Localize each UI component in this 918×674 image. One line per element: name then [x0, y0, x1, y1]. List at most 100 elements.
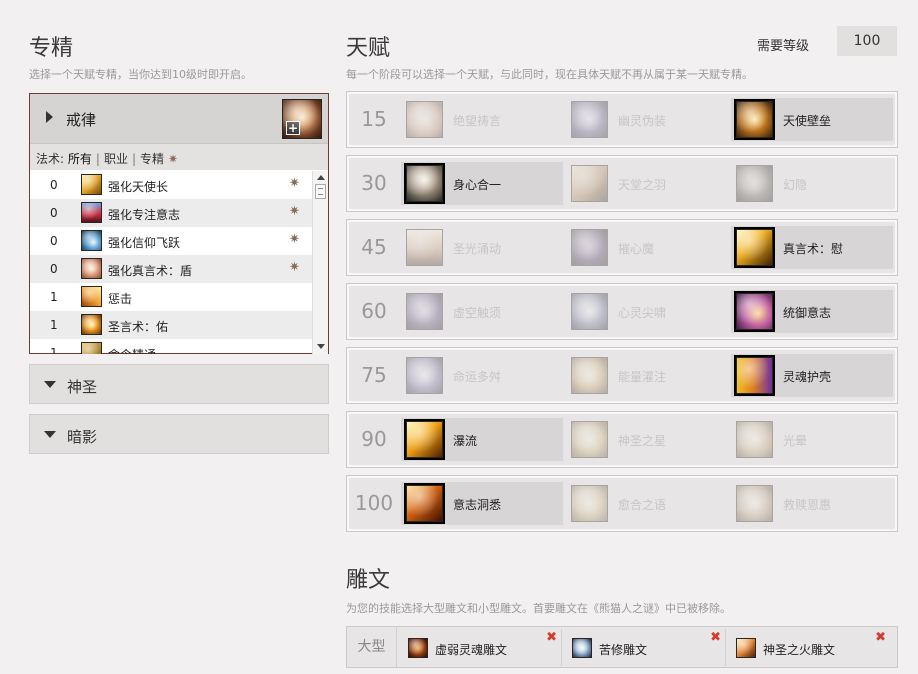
talent-tier-75: 75 命运多舛 能量灌注 灵魂护壳	[346, 347, 898, 404]
holy-word-icon	[81, 314, 102, 335]
talent-option[interactable]: 愈合之语	[566, 482, 728, 525]
glyph-name: 虚弱灵魂雕文	[435, 643, 508, 657]
talent-option[interactable]: 幻隐	[731, 162, 893, 205]
filter-label: 法术:	[36, 152, 65, 166]
filter-class[interactable]: 职业	[104, 152, 128, 166]
talent-name: 幽灵伪装	[618, 114, 667, 128]
scroll-down-icon[interactable]	[317, 344, 325, 349]
glyphs-title: 雕文	[346, 568, 391, 593]
phantasm-icon	[736, 165, 773, 202]
talents-title: 天赋	[346, 36, 391, 61]
talent-name: 天使壁垒	[783, 114, 832, 128]
scroll-thumb[interactable]	[315, 184, 326, 199]
spell-list-scrollbar[interactable]	[312, 171, 328, 354]
spec-header-shadow[interactable]: 暗影	[29, 414, 329, 454]
spell-row[interactable]: 1 惩击	[30, 283, 312, 311]
tier-level: 100	[354, 491, 394, 515]
spell-name: 强化专注意志	[108, 208, 181, 222]
talent-option-selected[interactable]: 意志洞悉	[401, 482, 563, 525]
glyph-slot[interactable]: 虚弱灵魂雕文 ✖	[399, 629, 562, 666]
power-word-shield-icon	[81, 258, 102, 279]
remove-glyph-icon[interactable]: ✖	[875, 630, 886, 645]
surge-of-light-icon	[406, 229, 443, 266]
spell-row[interactable]: 1 命令精通	[30, 339, 312, 354]
talent-option[interactable]: 光晕	[731, 418, 893, 461]
talent-option[interactable]: 幽灵伪装	[566, 98, 728, 141]
pin-icon[interactable]: ✷	[289, 176, 300, 191]
scroll-up-icon[interactable]	[317, 175, 325, 180]
spell-row[interactable]: 1 圣言术：佑	[30, 311, 312, 339]
talent-name: 灵魂护壳	[783, 370, 832, 384]
twist-of-fate-icon	[406, 357, 443, 394]
spell-filter: 法术: 所有 | 职业 | 专精 ✷	[30, 144, 328, 170]
filter-spec[interactable]: 专精	[140, 152, 164, 166]
talent-option[interactable]: 能量灌注	[566, 354, 728, 397]
talent-option[interactable]: 救赎恩惠	[731, 482, 893, 525]
spell-level: 1	[50, 318, 58, 332]
desperate-prayer-icon	[406, 101, 443, 138]
major-glyph-row: 大型 虚弱灵魂雕文 ✖ 苦修雕文 ✖ 神圣之火雕文 ✖	[346, 626, 898, 668]
talent-option-selected[interactable]: 灵魂护壳	[731, 354, 893, 397]
spec-header-holy[interactable]: 神圣	[29, 364, 329, 404]
talent-name: 虚空触须	[453, 306, 502, 320]
spell-level: 1	[50, 346, 58, 354]
talents-subtitle: 每一个阶段可以选择一个天赋，与此同时，现在具体天赋不再从属于某一天赋专精。	[346, 68, 753, 81]
talent-tier-45: 45 圣光涌动 摧心魔 真言术：慰	[346, 219, 898, 276]
glyph-type-label: 大型	[347, 627, 397, 667]
glyph-slot[interactable]: 苦修雕文 ✖	[563, 629, 726, 666]
talent-tier-90: 90 瀑流 神圣之星 光晕	[346, 411, 898, 468]
words-of-mending-icon	[571, 485, 608, 522]
talent-option[interactable]: 摧心魔	[566, 226, 728, 269]
power-infusion-icon	[571, 357, 608, 394]
spell-level: 0	[50, 178, 58, 192]
spec-name: 暗影	[67, 428, 98, 446]
spell-row[interactable]: 0 强化信仰飞跃 ✷	[30, 227, 312, 255]
talent-option[interactable]: 绝望祷言	[401, 98, 563, 141]
glyph-name: 苦修雕文	[599, 643, 648, 657]
pin-icon[interactable]: ✷	[289, 232, 300, 247]
body-and-soul-icon	[406, 165, 443, 202]
talent-option[interactable]: 圣光涌动	[401, 226, 563, 269]
spell-row[interactable]: 0 强化专注意志 ✷	[30, 199, 312, 227]
halo-icon	[736, 421, 773, 458]
talent-option[interactable]: 天堂之羽	[566, 162, 728, 205]
talent-option[interactable]: 心灵尖啸	[566, 290, 728, 333]
penance-glyph-icon	[572, 638, 592, 658]
psychic-scream-icon	[571, 293, 608, 330]
filter-all[interactable]: 所有	[68, 152, 92, 166]
mastery-icon	[81, 342, 102, 354]
talent-option-selected[interactable]: 天使壁垒	[731, 98, 893, 141]
pin-icon[interactable]: ✷	[289, 204, 300, 219]
filter-pin-icon[interactable]: ✷	[168, 152, 178, 166]
spec-subtitle: 选择一个天赋专精，当你达到10级时即开启。	[29, 68, 252, 81]
spell-row[interactable]: 0 强化真言术：盾 ✷	[30, 255, 312, 283]
spec-title: 专精	[29, 36, 74, 61]
talent-option-selected[interactable]: 身心合一	[401, 162, 563, 205]
pin-icon[interactable]: ✷	[289, 260, 300, 275]
talent-option[interactable]: 虚空触须	[401, 290, 563, 333]
spell-row[interactable]: 0 强化天使长 ✷	[30, 171, 312, 199]
talent-option-selected[interactable]: 瀑流	[401, 418, 563, 461]
required-level-label: 需要等级	[757, 39, 810, 54]
leap-of-faith-icon	[81, 230, 102, 251]
spell-name: 强化信仰飞跃	[108, 236, 181, 250]
spell-name: 强化天使长	[108, 180, 169, 194]
caret-right-icon	[46, 111, 53, 123]
talent-option[interactable]: 神圣之星	[566, 418, 728, 461]
angelic-feather-icon	[571, 165, 608, 202]
spell-name: 命令精通	[108, 346, 156, 354]
talent-name: 绝望祷言	[453, 114, 502, 128]
talent-name: 统御意志	[783, 306, 832, 320]
spec-header-discipline[interactable]: 戒律 +	[30, 94, 328, 144]
spell-name: 圣言术：佑	[108, 320, 169, 334]
spec-panel-discipline: 戒律 + 法术: 所有 | 职业 | 专精 ✷ 0 强化天使长 ✷ 0 强化专注意志 ✷	[29, 93, 329, 354]
talent-option[interactable]: 命运多舛	[401, 354, 563, 397]
talent-option-selected[interactable]: 统御意志	[731, 290, 893, 333]
remove-glyph-icon[interactable]: ✖	[546, 630, 557, 645]
talent-tier-15: 15 绝望祷言 幽灵伪装 天使壁垒	[346, 91, 898, 148]
glyph-slot[interactable]: 神圣之火雕文 ✖	[727, 629, 890, 666]
archangel-icon	[81, 174, 102, 195]
remove-glyph-icon[interactable]: ✖	[710, 630, 721, 645]
spell-name: 强化真言术：盾	[108, 264, 193, 278]
talent-option-selected[interactable]: 真言术：慰	[731, 226, 893, 269]
